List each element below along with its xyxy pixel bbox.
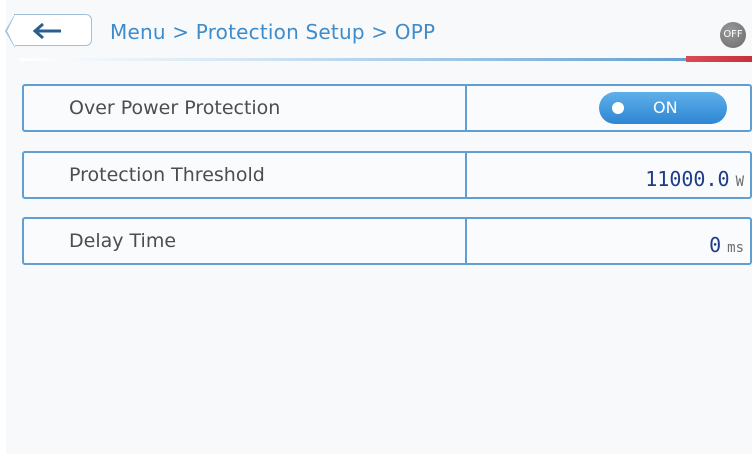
toggle-knob [612, 102, 624, 114]
row-divider [465, 219, 467, 263]
threshold-value: 11000.0 [645, 167, 730, 191]
protection-setup-screen: Menu > Protection Setup > OPP OFF Over P… [5, 0, 752, 454]
delay-value: 0 [709, 233, 722, 257]
opp-toggle-switch[interactable]: ON [599, 92, 727, 124]
header-accent-bar [686, 56, 752, 62]
delay-value-field[interactable]: 0 ms [709, 233, 744, 257]
setting-row-over-power-protection: Over Power Protection ON [22, 84, 752, 132]
setting-row-protection-threshold: Protection Threshold 11000.0 W [22, 151, 752, 199]
row-divider [465, 86, 467, 130]
back-button[interactable] [5, 13, 92, 48]
threshold-unit: W [735, 174, 744, 190]
setting-label: Over Power Protection [69, 97, 281, 119]
breadcrumb: Menu > Protection Setup > OPP [110, 20, 436, 44]
row-divider [465, 153, 467, 197]
toggle-label: ON [653, 98, 678, 117]
setting-row-delay-time: Delay Time 0 ms [22, 217, 752, 265]
setting-label: Protection Threshold [69, 164, 265, 186]
setting-label: Delay Time [69, 230, 177, 252]
threshold-value-field[interactable]: 11000.0 W [645, 167, 744, 191]
header-divider [20, 58, 720, 61]
delay-unit: ms [727, 240, 744, 256]
arrow-left-icon [32, 22, 61, 40]
output-status-badge[interactable]: OFF [720, 22, 746, 48]
